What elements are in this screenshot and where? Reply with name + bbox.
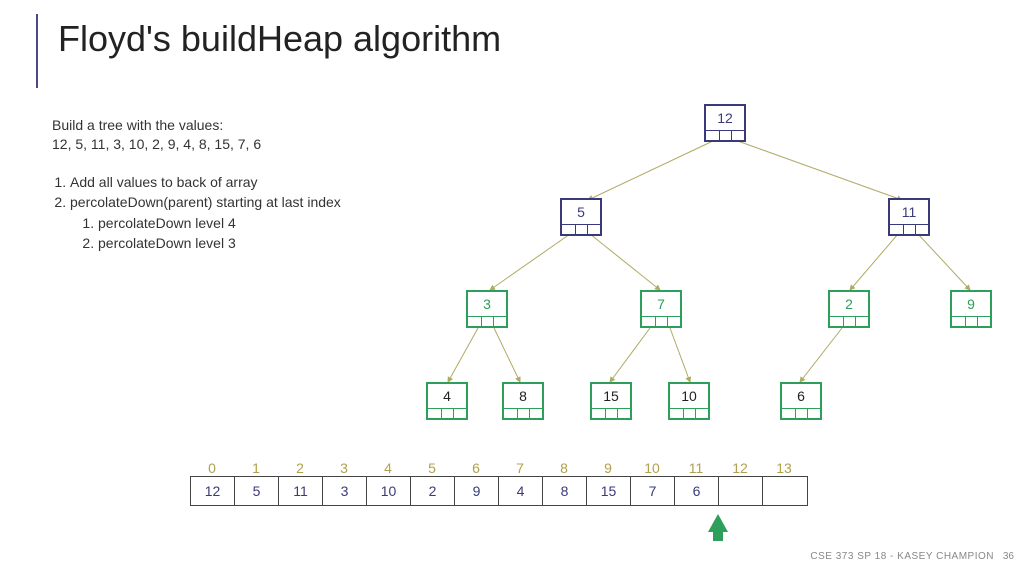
footer-text: CSE 373 SP 18 - KASEY CHAMPION <box>810 551 994 562</box>
up-arrow-icon <box>708 514 728 532</box>
up-arrow-stem <box>713 531 723 541</box>
slide-number: 36 <box>1003 551 1014 562</box>
array-representation: 0 1 2 3 4 5 6 7 8 9 10 11 12 13 12 5 11 … <box>190 460 808 506</box>
array-value-row: 12 5 11 3 10 2 9 4 8 15 7 6 <box>190 476 808 506</box>
array-index-row: 0 1 2 3 4 5 6 7 8 9 10 11 12 13 <box>190 460 808 476</box>
